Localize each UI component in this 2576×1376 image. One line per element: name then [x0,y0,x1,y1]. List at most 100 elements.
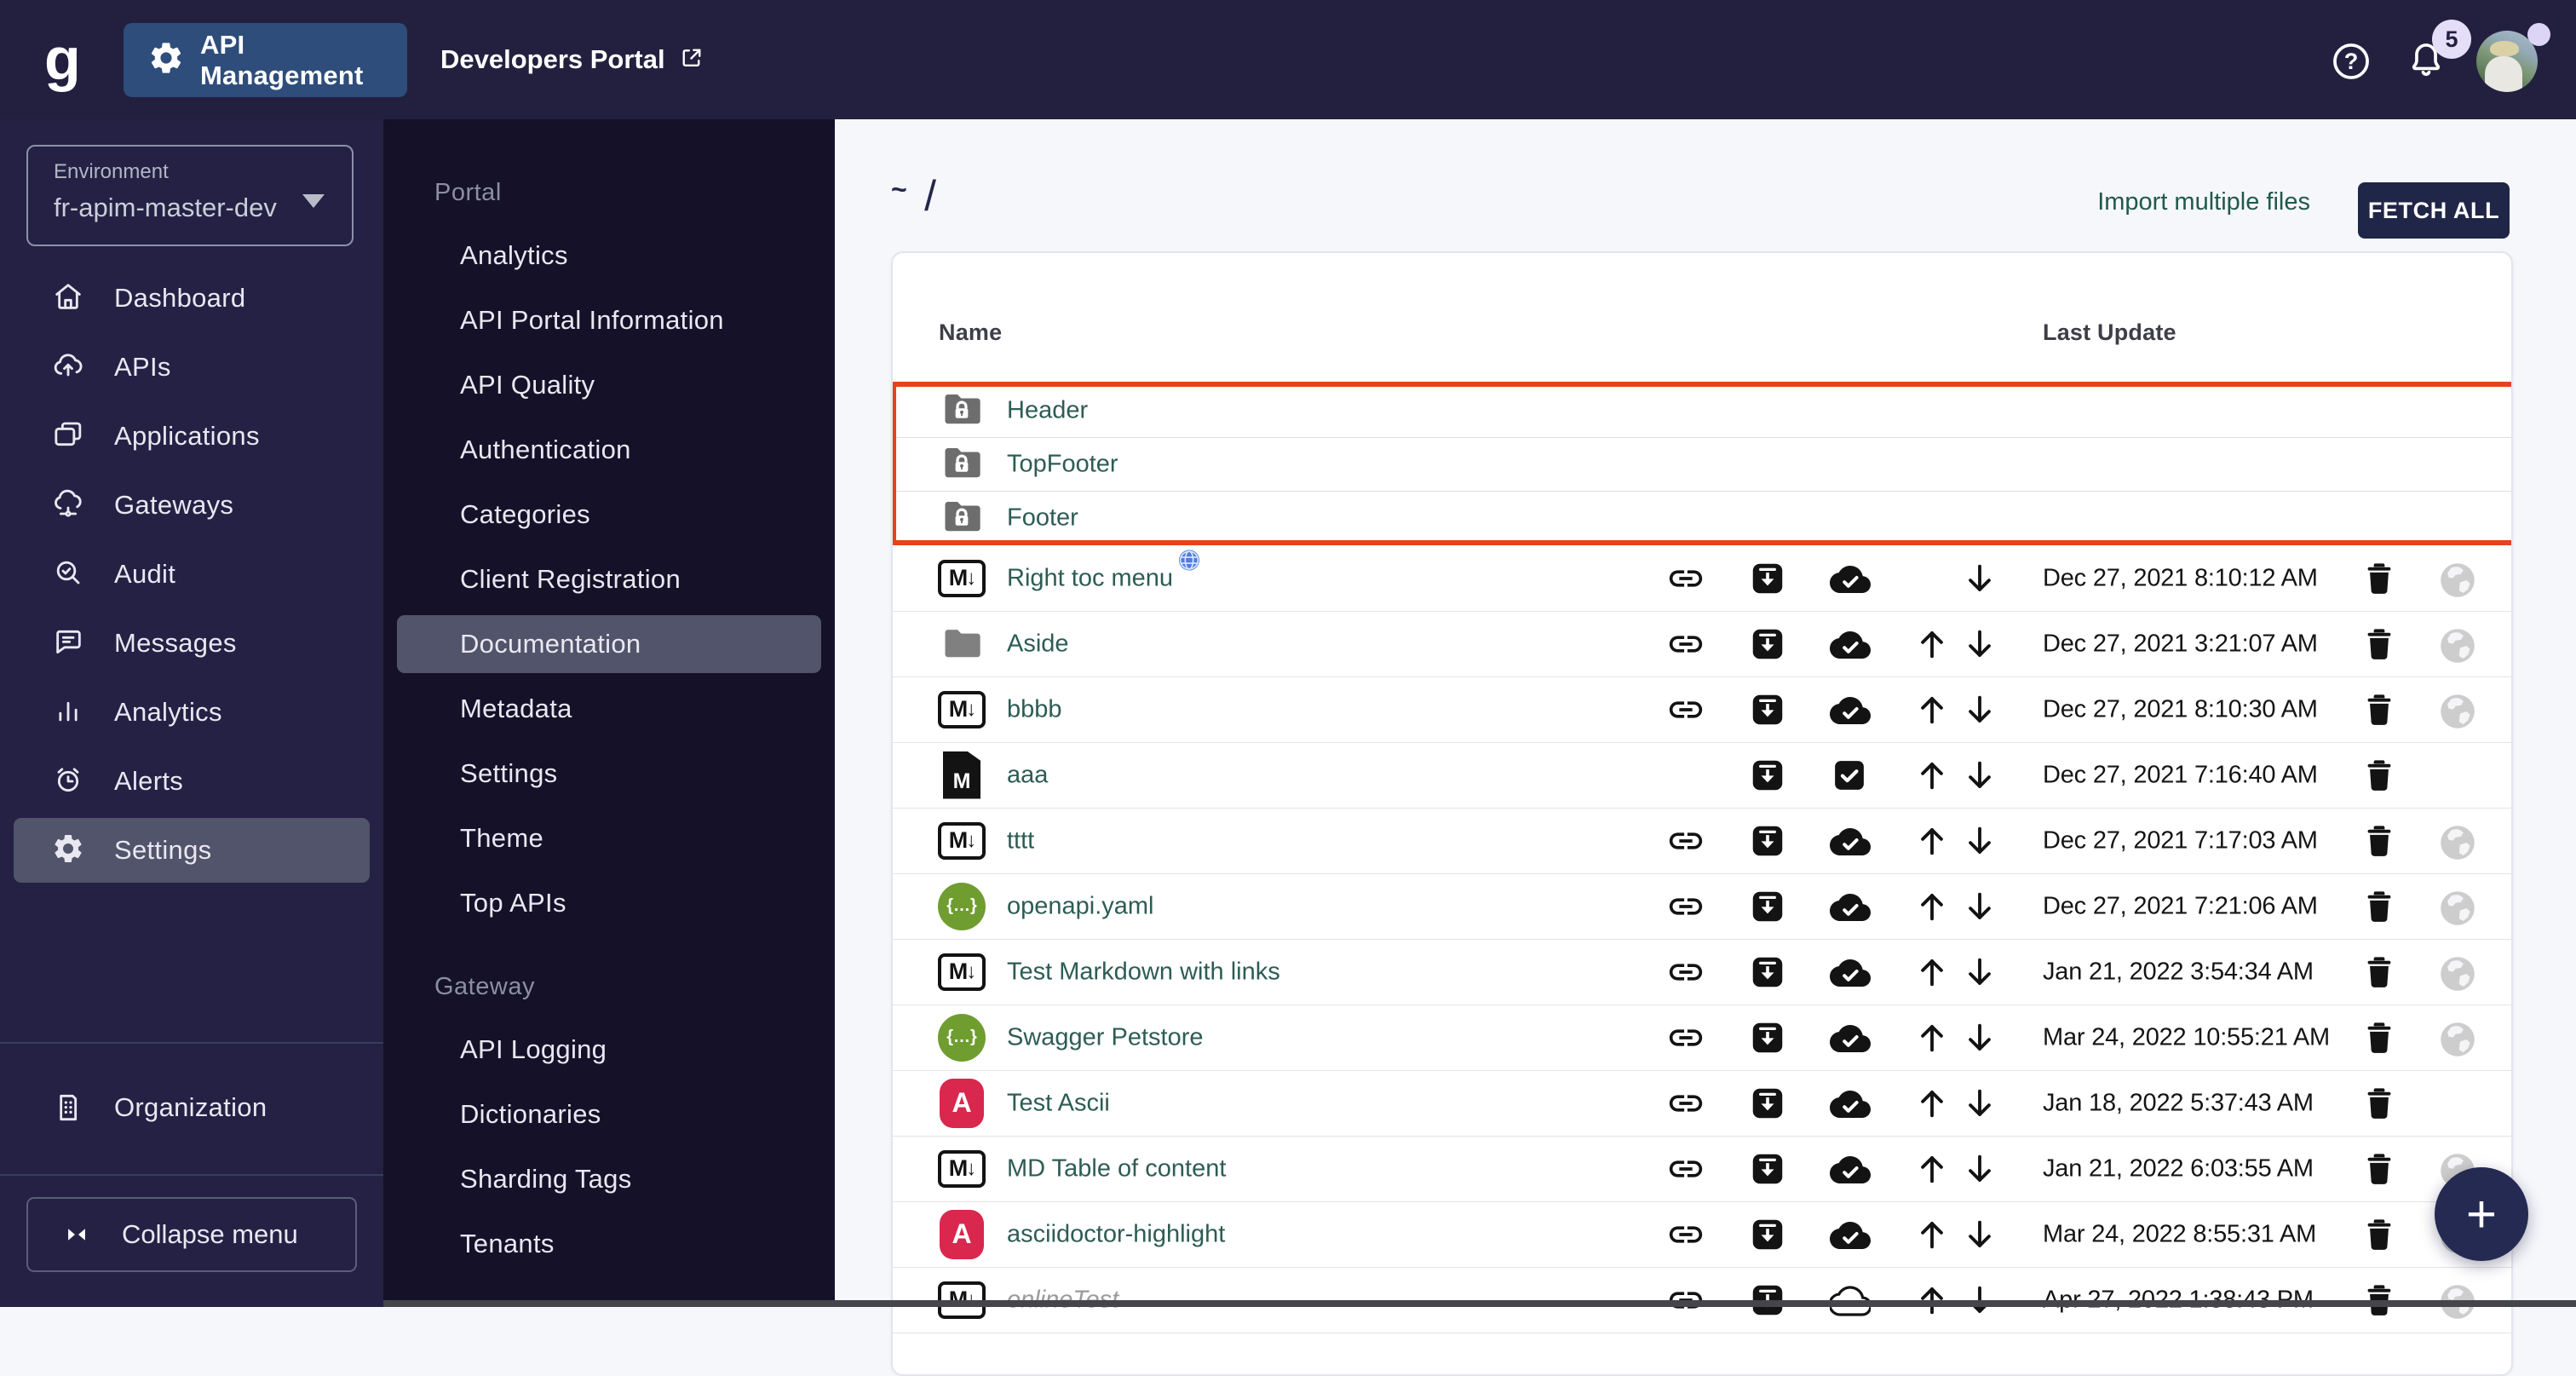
page-name-link[interactable]: Test Markdown with links [1007,958,1280,986]
move-down-icon[interactable] [1960,953,1999,992]
publish-globe-icon[interactable] [2436,821,2475,861]
move-down-icon[interactable] [1960,625,1999,664]
save-icon[interactable] [1748,1084,1787,1123]
save-icon[interactable] [1748,756,1787,795]
developers-portal-link[interactable]: Developers Portal [440,0,704,119]
delete-icon[interactable] [2360,821,2399,861]
save-icon[interactable] [1748,953,1787,992]
environment-selector[interactable]: Environment fr-apim-master-dev [26,145,354,246]
tab-top-apis[interactable]: Top APIs [397,874,821,932]
sidebar-item-organization[interactable]: Organization [14,1075,370,1140]
sidebar-item-analytics[interactable]: Analytics [14,680,370,745]
tab-authentication[interactable]: Authentication [397,421,821,479]
move-down-icon[interactable] [1960,559,1999,598]
breadcrumb-root[interactable]: ~ [891,174,907,204]
move-up-icon[interactable] [1912,625,1952,664]
publish-globe-icon[interactable] [2436,690,2475,729]
delete-icon[interactable] [2360,559,2399,598]
page-name-link[interactable]: aaa [1007,761,1048,789]
move-down-icon[interactable] [1960,821,1999,861]
fetch-all-button[interactable]: FETCH ALL [2358,182,2510,239]
tab-api-logging[interactable]: API Logging [397,1021,821,1079]
copy-link-icon[interactable] [1666,625,1705,664]
cloud-check-icon[interactable] [1830,887,1869,926]
collapse-menu-button[interactable]: Collapse menu [26,1197,357,1272]
publish-globe-icon[interactable] [2436,887,2475,926]
checkbox-icon[interactable] [1830,756,1869,795]
delete-icon[interactable] [2360,690,2399,729]
help-icon[interactable]: ? [2329,39,2373,83]
move-up-icon[interactable] [1912,756,1952,795]
delete-icon[interactable] [2360,1215,2399,1254]
tab-client-registration[interactable]: Client Registration [397,550,821,608]
api-management-pill[interactable]: API Management [124,23,407,97]
move-down-icon[interactable] [1960,887,1999,926]
page-name-link[interactable]: Aside [1007,630,1069,658]
page-name-link[interactable]: openapi.yaml [1007,892,1154,920]
horizontal-scrollbar[interactable] [383,1300,2576,1307]
sidebar-item-audit[interactable]: Audit [14,542,370,607]
delete-icon[interactable] [2360,887,2399,926]
move-down-icon[interactable] [1960,1018,1999,1057]
delete-icon[interactable] [2360,625,2399,664]
publish-globe-icon[interactable] [2436,953,2475,992]
page-name-link[interactable]: Right toc menu [1007,564,1173,592]
tab-tenants[interactable]: Tenants [397,1215,821,1273]
delete-icon[interactable] [2360,1018,2399,1057]
cloud-check-icon[interactable] [1830,690,1869,729]
cloud-check-icon[interactable] [1830,1084,1869,1123]
publish-globe-icon[interactable] [2436,1018,2475,1057]
tab-dictionaries[interactable]: Dictionaries [397,1085,821,1143]
tab-analytics[interactable]: Analytics [397,227,821,285]
sidebar-item-alerts[interactable]: Alerts [14,749,370,814]
publish-globe-icon[interactable] [2436,625,2475,664]
tab-settings[interactable]: Settings [397,745,821,803]
move-up-icon[interactable] [1912,1084,1952,1123]
tab-theme[interactable]: Theme [397,809,821,867]
delete-icon[interactable] [2360,1084,2399,1123]
tab-categories[interactable]: Categories [397,486,821,544]
move-down-icon[interactable] [1960,756,1999,795]
sidebar-item-messages[interactable]: Messages [14,611,370,676]
save-icon[interactable] [1748,821,1787,861]
move-up-icon[interactable] [1912,1018,1952,1057]
cloud-check-icon[interactable] [1830,625,1869,664]
move-up-icon[interactable] [1912,821,1952,861]
publish-globe-icon[interactable] [2436,559,2475,598]
move-down-icon[interactable] [1960,1084,1999,1123]
cloud-check-icon[interactable] [1830,821,1869,861]
add-page-fab[interactable]: + [2435,1167,2528,1261]
move-up-icon[interactable] [1912,690,1952,729]
copy-link-icon[interactable] [1666,559,1705,598]
copy-link-icon[interactable] [1666,953,1705,992]
import-multiple-files-link[interactable]: Import multiple files [2097,188,2310,216]
page-name-link[interactable]: Swagger Petstore [1007,1023,1204,1051]
copy-link-icon[interactable] [1666,690,1705,729]
cloud-check-icon[interactable] [1830,1149,1869,1189]
move-down-icon[interactable] [1960,690,1999,729]
tab-metadata[interactable]: Metadata [397,680,821,738]
tab-api-portal-information[interactable]: API Portal Information [397,291,821,349]
copy-link-icon[interactable] [1666,1084,1705,1123]
sidebar-item-dashboard[interactable]: Dashboard [14,266,370,331]
delete-icon[interactable] [2360,953,2399,992]
gravitee-logo[interactable]: g [44,12,81,106]
sidebar-item-gateways[interactable]: Gateways [14,473,370,538]
copy-link-icon[interactable] [1666,1149,1705,1189]
tab-documentation[interactable]: Documentation [397,615,821,673]
sidebar-item-settings[interactable]: Settings [14,818,370,883]
save-icon[interactable] [1748,1215,1787,1254]
sidebar-item-applications[interactable]: Applications [14,404,370,469]
page-name-link[interactable]: Test Ascii [1007,1089,1110,1117]
move-up-icon[interactable] [1912,1215,1952,1254]
page-name-link[interactable]: tttt [1007,826,1034,855]
tab-api-quality[interactable]: API Quality [397,356,821,414]
page-name-link[interactable]: bbbb [1007,695,1062,723]
save-icon[interactable] [1748,625,1787,664]
move-up-icon[interactable] [1912,953,1952,992]
save-icon[interactable] [1748,887,1787,926]
copy-link-icon[interactable] [1666,1018,1705,1057]
move-up-icon[interactable] [1912,1149,1952,1189]
save-icon[interactable] [1748,1018,1787,1057]
save-icon[interactable] [1748,690,1787,729]
